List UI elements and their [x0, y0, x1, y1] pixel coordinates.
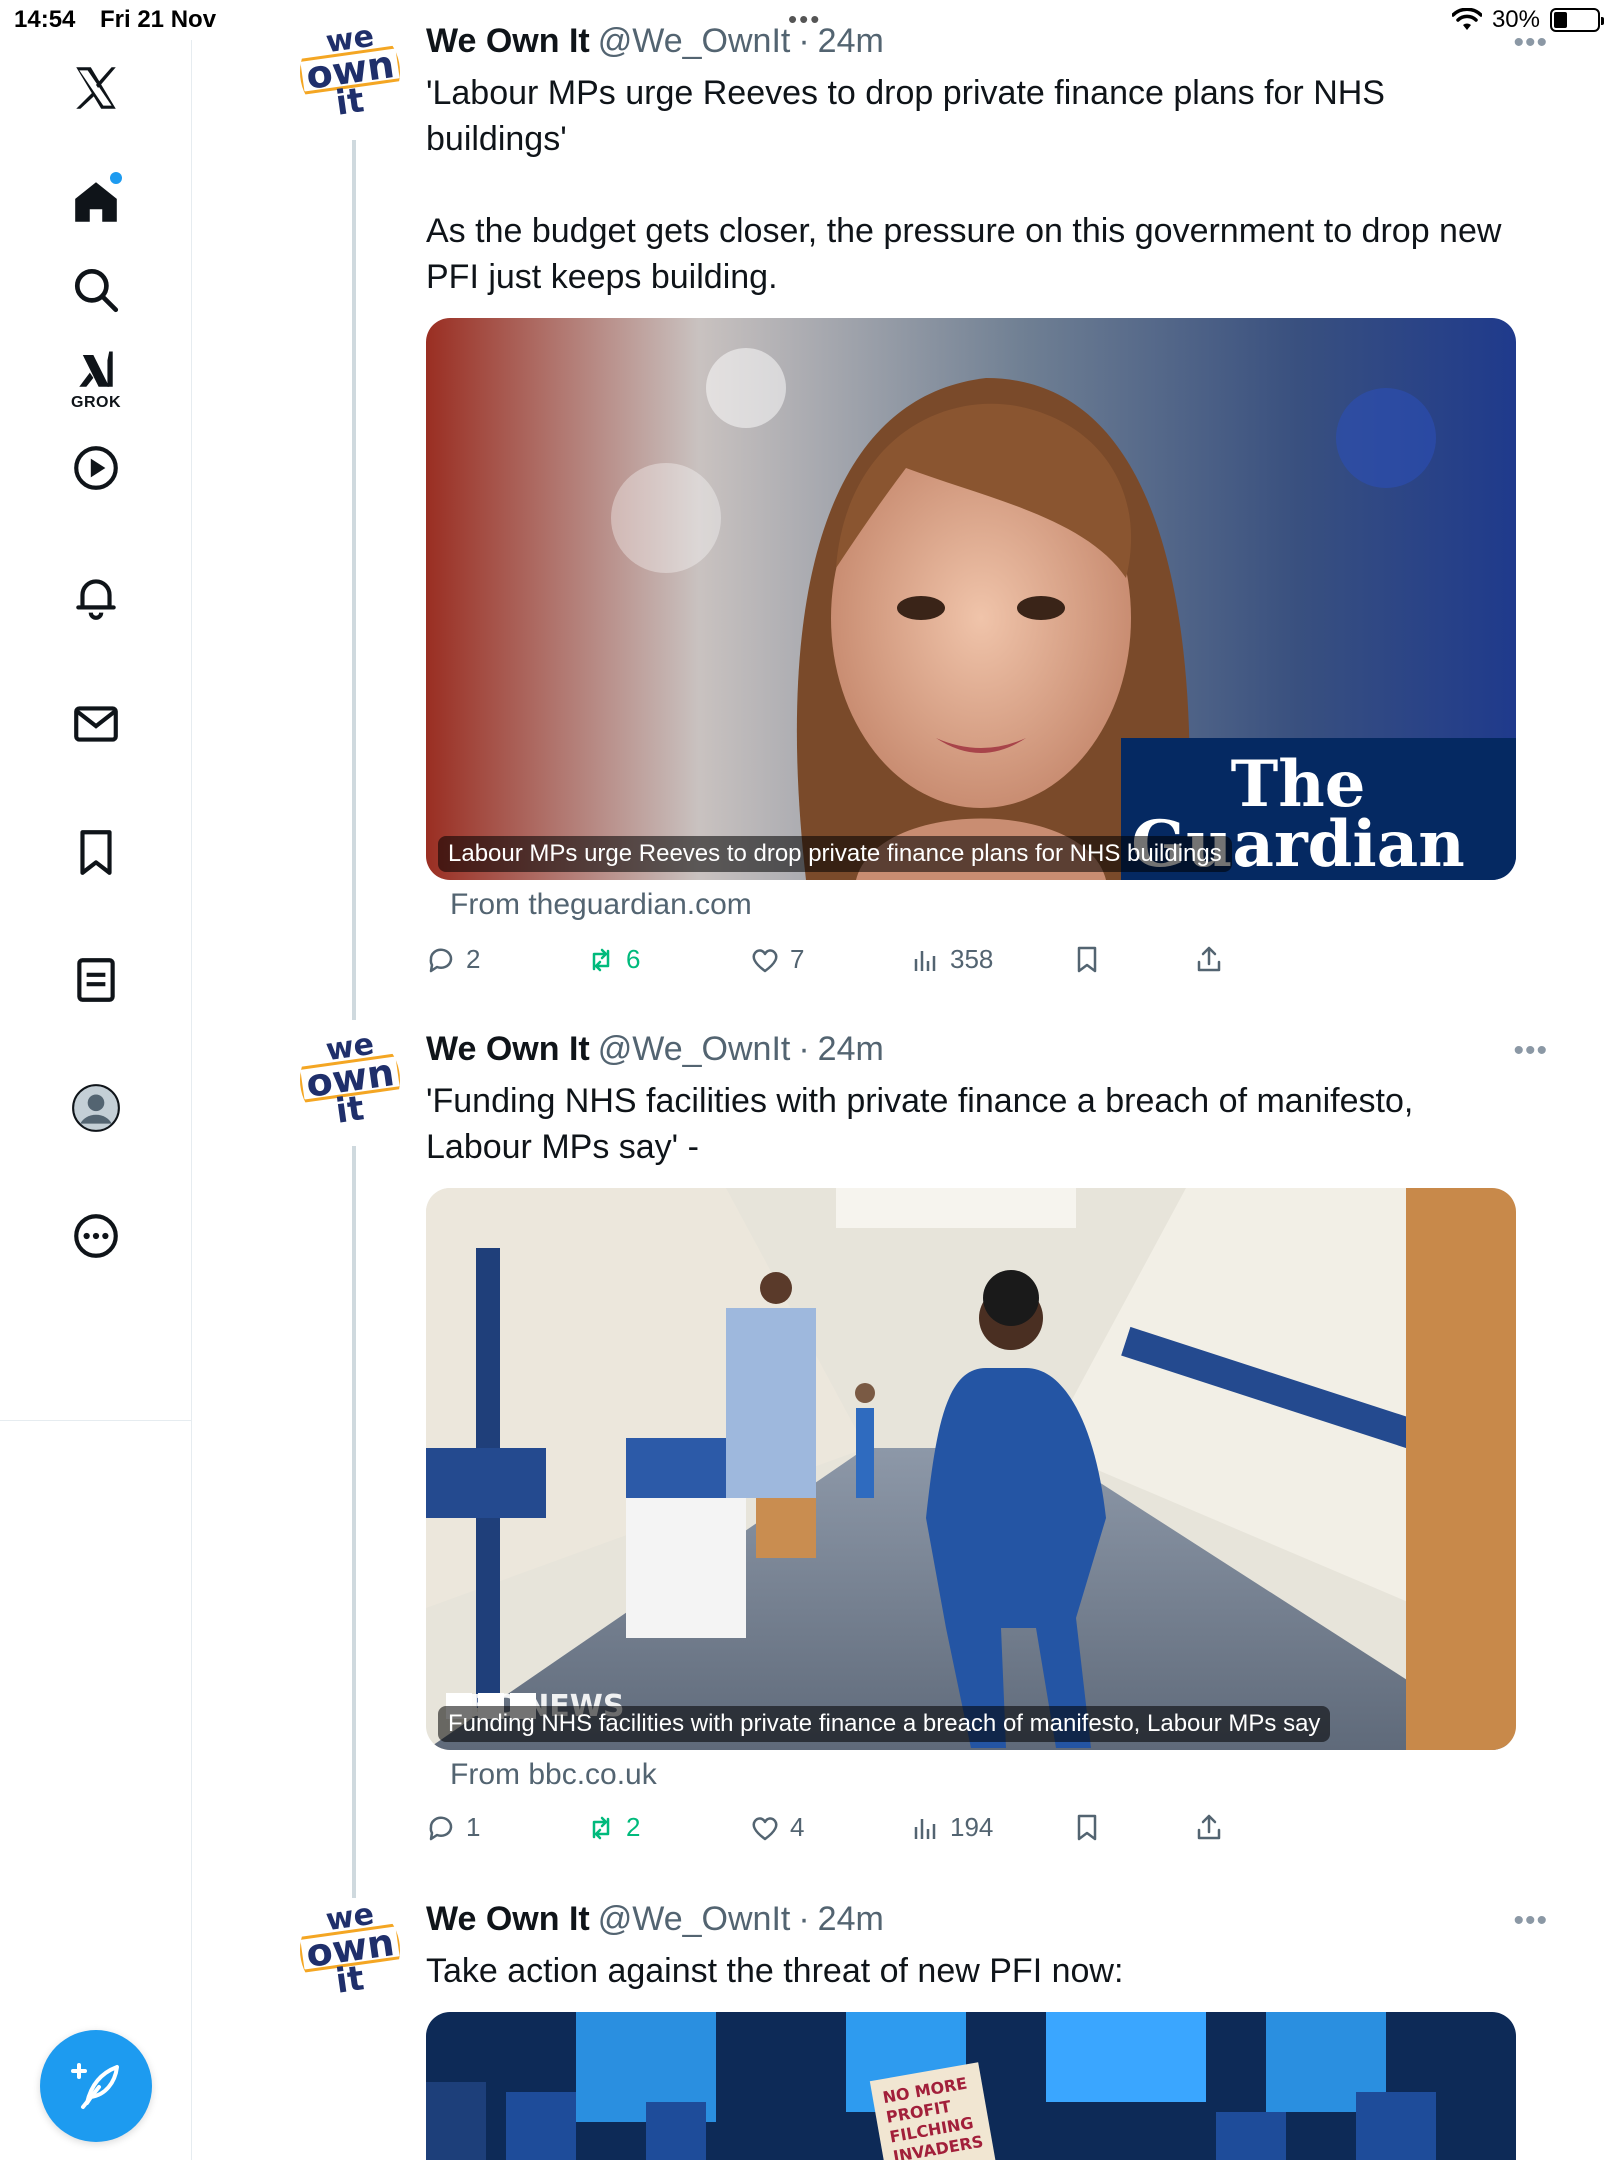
tweet[interactable]: we own it We Own It @We_OwnIt · 24m ••• … [192, 1030, 1620, 1870]
share-icon [1197, 946, 1221, 972]
mail-icon [74, 706, 118, 742]
views-icon [914, 950, 936, 971]
reply-icon [429, 948, 453, 972]
repost-count: 2 [626, 1812, 641, 1842]
bookmark-icon [80, 830, 112, 875]
article-photo: The Guardian [426, 318, 1516, 880]
tweet-header: We Own It @We_OwnIt · 24m [426, 1030, 884, 1069]
views-icon [914, 1818, 936, 1839]
protest-photo: NO MORE PROFIT FILCHING INVADERS [426, 2012, 1516, 2160]
tweet-text: 'Labour MPs urge Reeves to drop private … [426, 74, 1502, 296]
like-count: 7 [790, 944, 805, 974]
author-name[interactable]: We Own It [426, 1030, 590, 1069]
tweet-text: Take action against the threat of new PF… [426, 1952, 1124, 1990]
author-handle[interactable]: @We_OwnIt [598, 1900, 791, 1939]
view-count: 194 [950, 1812, 994, 1842]
sidebar-item-messages[interactable] [48, 676, 144, 772]
repost-count: 6 [626, 944, 641, 974]
view-count: 358 [950, 944, 994, 974]
tweet-text: 'Funding NHS facilities with private fin… [426, 1082, 1423, 1166]
repost-icon [592, 1816, 610, 1839]
tweet[interactable]: we own it We Own It @We_OwnIt · 24m ••• … [192, 22, 1620, 1002]
more-icon [74, 1214, 118, 1258]
tweet-actions: 2 6 7 358 [426, 944, 1526, 988]
sidebar-item-home[interactable] [48, 154, 144, 250]
bookmark-button[interactable] [1072, 944, 1102, 974]
card-source[interactable]: From bbc.co.uk [450, 1758, 657, 1792]
notification-dot [110, 172, 122, 184]
search-icon [74, 268, 119, 313]
bookmark-icon [1077, 1814, 1097, 1841]
tweet-header: We Own It @We_OwnIt · 24m [426, 1900, 884, 1939]
views-button[interactable]: 194 [910, 1812, 993, 1843]
bell-icon [76, 579, 116, 620]
avatar[interactable]: we own it [300, 1030, 400, 1130]
like-button[interactable]: 7 [750, 944, 804, 975]
tweet-time[interactable]: 24m [818, 1900, 884, 1939]
sidebar-item-lists[interactable] [48, 932, 144, 1028]
reply-button[interactable]: 2 [426, 944, 480, 975]
author-handle[interactable]: @We_OwnIt [598, 1030, 791, 1069]
sidebar: GROK [0, 40, 192, 2160]
like-count: 4 [790, 1812, 805, 1842]
tweet-more-button[interactable]: ••• [1513, 26, 1548, 60]
bookmark-icon [1077, 946, 1097, 973]
share-button[interactable] [1194, 944, 1224, 974]
tweet-actions: 1 2 4 194 [426, 1812, 1526, 1856]
avatar[interactable]: we own it [300, 1900, 400, 2000]
like-button[interactable]: 4 [750, 1812, 804, 1843]
link-card[interactable]: The Guardian Labour MPs urge Reeves to d… [426, 318, 1516, 880]
tweet-more-button[interactable]: ••• [1513, 1034, 1548, 1068]
sidebar-item-notifications[interactable] [48, 548, 144, 644]
grok-label: GROK [71, 394, 121, 411]
repost-button[interactable]: 6 [586, 944, 640, 975]
bookmark-button[interactable] [1072, 1812, 1102, 1842]
profile-icon [72, 1084, 120, 1132]
share-icon [1197, 1814, 1221, 1840]
tweet-time[interactable]: 24m [818, 22, 884, 61]
avatar[interactable]: we own it [300, 22, 400, 122]
x-logo-icon[interactable] [48, 40, 144, 136]
sidebar-item-video[interactable] [48, 420, 144, 516]
heart-icon [752, 948, 778, 972]
reply-icon [429, 1816, 453, 1840]
reply-count: 1 [466, 1812, 481, 1842]
author-handle[interactable]: @We_OwnIt [598, 22, 791, 61]
link-card[interactable]: BBC NEWS Funding NHS facilities with pri… [426, 1188, 1516, 1750]
sidebar-item-more[interactable] [48, 1188, 144, 1284]
card-caption: Funding NHS facilities with private fina… [438, 1706, 1331, 1742]
lists-icon [77, 958, 115, 1002]
video-icon [74, 446, 118, 490]
tweet-time[interactable]: 24m [818, 1030, 884, 1069]
reply-count: 2 [466, 944, 481, 974]
tweet[interactable]: we own it We Own It @We_OwnIt · 24m ••• … [192, 1900, 1620, 2160]
status-time: 14:54 [14, 6, 76, 33]
author-name[interactable]: We Own It [426, 1900, 590, 1939]
tweet-media[interactable]: NO MORE PROFIT FILCHING INVADERS [426, 2012, 1516, 2160]
tweet-header: We Own It @We_OwnIt · 24m [426, 22, 884, 61]
tweet-more-button[interactable]: ••• [1513, 1904, 1548, 1938]
share-button[interactable] [1194, 1812, 1224, 1842]
reply-button[interactable]: 1 [426, 1812, 480, 1843]
sidebar-item-bookmarks[interactable] [48, 804, 144, 900]
sidebar-item-search[interactable] [48, 242, 144, 338]
compose-button[interactable] [40, 2030, 152, 2142]
views-button[interactable]: 358 [910, 944, 993, 975]
sidebar-item-grok[interactable]: GROK [48, 332, 144, 428]
author-name[interactable]: We Own It [426, 22, 590, 61]
sidebar-item-profile[interactable] [48, 1060, 144, 1156]
compose-icon [71, 2063, 119, 2109]
repost-button[interactable]: 2 [586, 1812, 640, 1843]
card-caption: Labour MPs urge Reeves to drop private f… [438, 836, 1232, 872]
heart-icon [752, 1816, 778, 1840]
grok-icon [79, 351, 113, 387]
sidebar-divider [0, 1420, 192, 1421]
card-source[interactable]: From theguardian.com [450, 888, 752, 922]
repost-icon [592, 948, 610, 971]
article-photo: BBC NEWS [426, 1188, 1516, 1750]
